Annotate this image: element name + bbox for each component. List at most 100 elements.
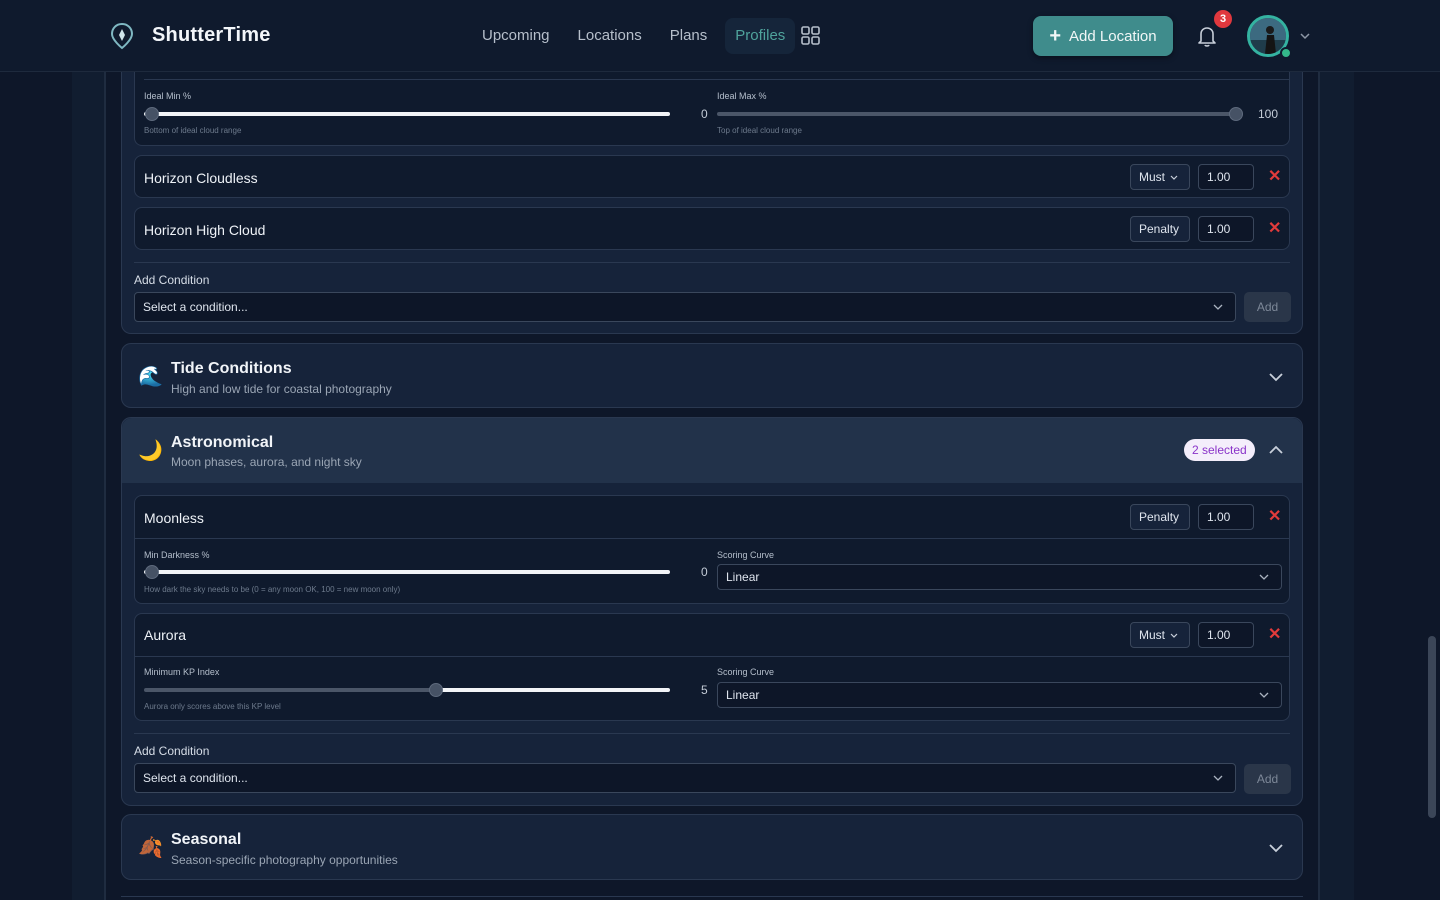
chevron-down-icon [1213,304,1223,310]
remove-condition-icon[interactable]: ✕ [1268,166,1281,186]
slider-hint: How dark the sky needs to be (0 = any mo… [144,585,401,594]
apps-grid-icon[interactable] [801,26,820,45]
scoring-curve-select[interactable]: Linear [717,682,1282,708]
condition-mode-select[interactable]: Penalty [1130,504,1190,530]
nav-locations[interactable]: Locations [568,18,652,54]
add-location-button[interactable]: + Add Location [1033,16,1173,56]
content-right-border [1318,72,1320,900]
chevron-down-icon [1259,574,1269,580]
chevron-down-icon[interactable] [1299,30,1311,42]
section-subtitle: High and low tide for coastal photograph… [171,382,392,396]
scrollbar-thumb[interactable] [1428,636,1436,818]
min-darkness-slider-track[interactable] [144,570,670,574]
kp-index-slider-track[interactable] [144,688,435,692]
crescent-moon-icon: 🌙 [138,440,163,462]
remove-condition-icon[interactable]: ✕ [1268,506,1281,526]
section-subtitle: Season-specific photography opportunitie… [171,853,398,867]
divider [134,733,1290,734]
min-darkness-slider-thumb[interactable] [145,565,159,579]
chevron-down-icon [1170,633,1178,638]
content-left-border [104,72,106,900]
chevron-down-icon[interactable] [1269,372,1283,382]
astronomical-section: 🌙 Astronomical Moon phases, aurora, and … [121,417,1303,806]
add-condition-select[interactable]: Select a condition... [134,763,1236,793]
main-nav: Upcoming Locations Plans Profiles [472,18,803,54]
section-title: Tide Conditions [171,360,292,377]
nav-plans[interactable]: Plans [660,18,718,54]
slider-value: 0 [701,565,708,579]
condition-name: Horizon Cloudless [144,170,258,186]
seasonal-section[interactable]: 🍂 Seasonal Season-specific photography o… [121,814,1303,880]
cloud-range-row: Ideal Min % 0 Bottom of ideal cloud rang… [134,70,1290,146]
slider-label: Minimum KP Index [144,667,220,677]
chevron-up-icon[interactable] [1269,445,1283,455]
wave-icon: 🌊 [138,366,163,388]
divider [134,262,1290,263]
condition-name: Aurora [144,627,187,643]
scoring-curve-value: Linear [726,688,760,702]
condition-weight-input[interactable]: 1.00 [1198,164,1254,190]
astronomical-header[interactable]: 🌙 Astronomical Moon phases, aurora, and … [122,418,1302,483]
condition-name: Moonless [144,510,204,526]
condition-weight-input[interactable]: 1.00 [1198,216,1254,242]
divider [144,79,1290,80]
slider-value: 5 [701,683,708,697]
section-subtitle: Moon phases, aurora, and night sky [171,455,362,469]
condition-weight-input[interactable]: 1.00 [1198,504,1254,530]
scoring-curve-select[interactable]: Linear [717,564,1282,590]
condition-mode-select[interactable]: Must [1130,622,1190,648]
remove-condition-icon[interactable]: ✕ [1268,218,1281,238]
add-condition-button[interactable]: Add [1244,292,1291,322]
remove-condition-icon[interactable]: ✕ [1268,624,1281,644]
section-title: Astronomical [171,434,274,451]
divider [121,896,1303,897]
ideal-max-slider-track[interactable] [717,112,1243,116]
ideal-min-hint: Bottom of ideal cloud range [144,126,242,135]
chevron-down-icon [1259,692,1269,698]
add-condition-label: Add Condition [134,273,210,287]
map-pin-logo-icon[interactable] [110,22,134,50]
tide-conditions-section[interactable]: 🌊 Tide Conditions High and low tide for … [121,343,1303,408]
select-placeholder: Select a condition... [143,300,248,314]
slider-hint: Aurora only scores above this KP level [144,702,281,711]
top-navigation-bar: ShutterTime Upcoming Locations Plans Pro… [0,0,1440,72]
chevron-down-icon[interactable] [1269,843,1283,853]
brand-name[interactable]: ShutterTime [152,24,271,47]
condition-row-aurora: Aurora Must 1.00 ✕ Minimum KP Index 5 Au… [134,613,1290,721]
nav-profiles[interactable]: Profiles [725,18,796,54]
condition-mode-value: Must [1139,170,1166,184]
kp-index-slider-fill[interactable] [435,688,670,692]
ideal-min-label: Ideal Min % [144,91,192,101]
add-condition-select[interactable]: Select a condition... [134,292,1236,322]
scoring-curve-label: Scoring Curve [717,550,775,560]
divider [135,538,1289,539]
section-title: Seasonal [171,831,242,848]
ideal-max-value: 100 [1258,107,1279,121]
nav-upcoming[interactable]: Upcoming [472,18,560,54]
ideal-max-label: Ideal Max % [717,91,767,101]
condition-row-moonless: Moonless Penalty 1.00 ✕ Min Darkness % 0… [134,495,1290,604]
condition-mode-select[interactable]: Must [1130,164,1190,190]
ideal-min-slider-track[interactable] [144,112,670,116]
chevron-down-icon [1213,775,1223,781]
ideal-min-slider-thumb[interactable] [145,107,159,121]
condition-mode-select[interactable]: Penalty [1130,216,1190,242]
ideal-max-hint: Top of ideal cloud range [717,126,802,135]
scoring-curve-value: Linear [726,570,760,584]
selected-count-badge: 2 selected [1184,439,1255,461]
bell-icon[interactable] [1196,24,1218,48]
add-condition-button[interactable]: Add [1244,764,1291,794]
ideal-max-slider-thumb[interactable] [1229,107,1243,121]
add-condition-label: Add Condition [134,744,210,758]
condition-name: Horizon High Cloud [144,222,266,238]
online-status-dot [1280,47,1292,59]
plus-icon: + [1049,25,1062,47]
scoring-curve-label: Scoring Curve [717,667,775,677]
condition-weight-input[interactable]: 1.00 [1198,622,1254,648]
condition-row-horizon-high-cloud: Horizon High Cloud Penalty 1.00 ✕ [134,207,1290,250]
ideal-min-value: 0 [701,107,708,121]
page-right-gutter [1320,72,1354,900]
chevron-down-icon [1170,175,1178,180]
kp-index-slider-thumb[interactable] [429,683,443,697]
divider [135,656,1289,657]
